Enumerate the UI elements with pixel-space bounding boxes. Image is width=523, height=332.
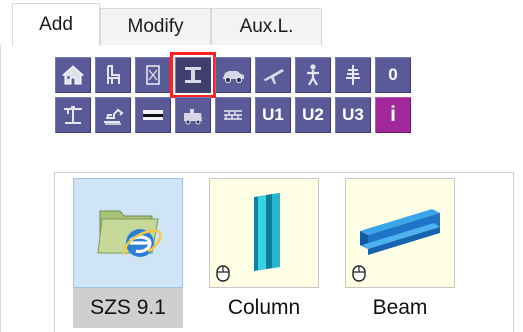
item-column-label[interactable]: Column [209, 288, 319, 328]
frame-tool-button[interactable] [135, 57, 171, 93]
person-tool-button[interactable] [295, 57, 331, 93]
excavator-tool-button[interactable] [95, 97, 131, 133]
letter-o-icon: 0 [388, 65, 398, 84]
tab-add[interactable]: Add [12, 3, 100, 46]
item-column-text: Column [227, 296, 301, 319]
u2-tool-button[interactable]: U2 [295, 97, 331, 133]
u2-icon: U2 [302, 105, 324, 124]
train-icon [184, 109, 202, 125]
wall-tool-button[interactable] [215, 97, 251, 133]
info-icon: i [390, 103, 396, 126]
letter-o-tool-button[interactable]: 0 [375, 57, 411, 93]
u1-tool-button[interactable]: U1 [255, 97, 291, 133]
slab-icon [143, 110, 163, 120]
info-tool-button[interactable]: i [375, 97, 411, 133]
item-column[interactable] [209, 178, 319, 288]
mouse-icon [352, 265, 366, 282]
u1-icon: U1 [262, 105, 284, 124]
tab-add-label: Add [39, 14, 73, 35]
frame-icon [146, 65, 160, 85]
u3-icon: U3 [342, 105, 364, 124]
item-szs-91[interactable] [73, 178, 183, 288]
airplane-tool-button[interactable] [255, 57, 291, 93]
item-szs-91-label[interactable]: SZS 9.1 [73, 288, 183, 328]
u3-tool-button[interactable]: U3 [335, 97, 371, 133]
car-tool-button[interactable] [215, 57, 251, 93]
mouse-icon [216, 265, 230, 282]
item-beam-text: Beam [372, 296, 428, 319]
person-icon [307, 64, 319, 86]
i-beam-tool-button[interactable] [170, 52, 216, 98]
item-szs-91-text: SZS 9.1 [90, 296, 166, 319]
house-tool-button[interactable] [55, 57, 91, 93]
train-tool-button[interactable] [175, 97, 211, 133]
i-beam-icon [185, 67, 201, 83]
item-beam-label[interactable]: Beam [345, 288, 455, 328]
tab-aux-l[interactable]: Aux.L. [211, 8, 322, 45]
slab-tool-button[interactable] [135, 97, 171, 133]
folder-ie-icon [97, 210, 162, 257]
crane-tool-button[interactable] [55, 97, 91, 133]
item-beam[interactable] [345, 178, 455, 288]
tab-modify-label: Modify [127, 16, 184, 37]
tree-icon [346, 65, 360, 85]
chair-icon [107, 65, 120, 84]
house-icon [61, 65, 85, 85]
crane-icon [64, 106, 82, 124]
tab-aux-l-label: Aux.L. [239, 16, 294, 37]
car-icon [223, 71, 244, 84]
chair-tool-button[interactable] [95, 57, 131, 93]
tree-tool-button[interactable] [335, 57, 371, 93]
wall-icon [224, 110, 242, 120]
tab-bar: Add Modify Aux.L. [0, 0, 523, 46]
airplane-icon [263, 69, 284, 84]
excavator-icon [104, 108, 124, 125]
tab-modify[interactable]: Modify [100, 8, 211, 45]
